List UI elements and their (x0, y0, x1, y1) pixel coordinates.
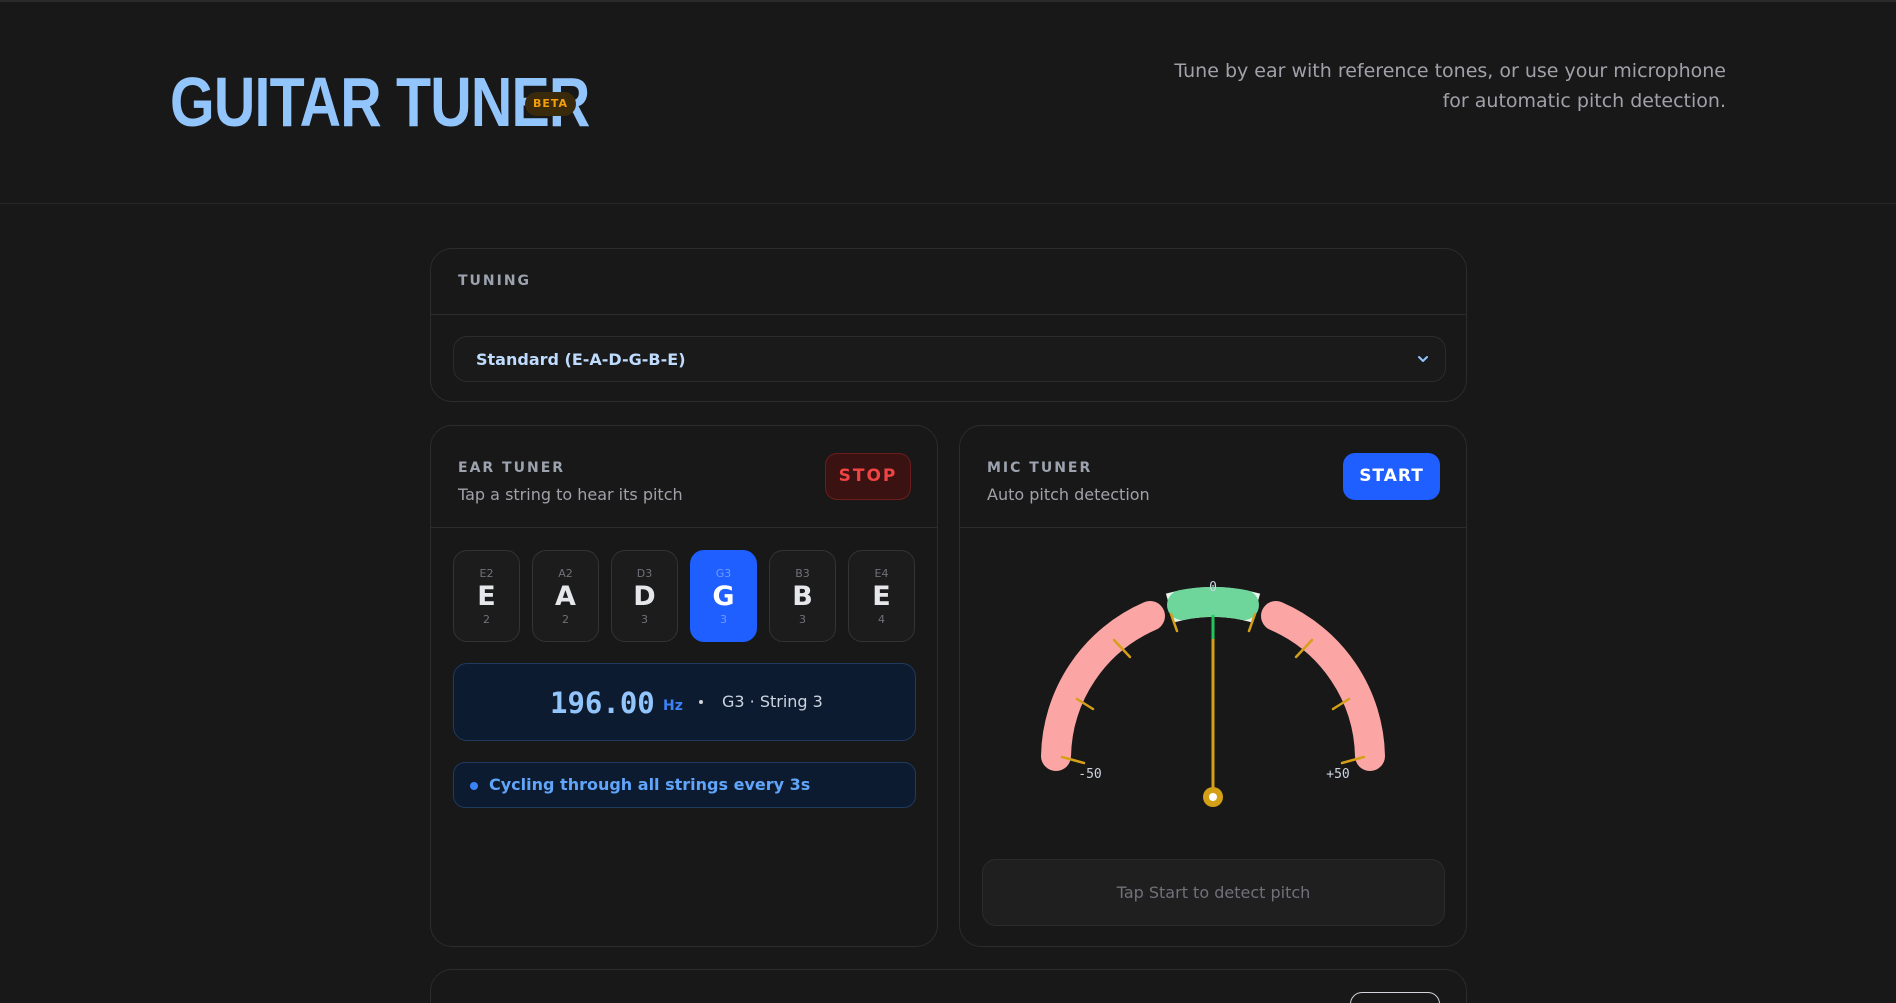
mic-tuner-header: MIC TUNER Auto pitch detection START (960, 426, 1466, 528)
app-header: GUITAR TUNER BETA Tune by ear with refer… (0, 2, 1896, 204)
string-octave: 3 (799, 613, 806, 626)
string-note-full: A2 (558, 567, 573, 580)
start-button[interactable]: START (1343, 453, 1440, 500)
string-button-e2[interactable]: E2 E 2 (453, 550, 520, 642)
ear-tuner-subtitle: Tap a string to hear its pitch (458, 485, 683, 504)
stop-button[interactable]: STOP (825, 453, 911, 500)
gauge-max-label: +50 (1326, 767, 1349, 782)
gauge-center-label: 0 (1209, 580, 1217, 595)
frequency-value: 196.00 (550, 686, 655, 720)
string-octave: 4 (878, 613, 885, 626)
string-button-g3[interactable]: G3 G 3 (690, 550, 757, 642)
separator-dot (699, 700, 703, 704)
string-button-b3[interactable]: B3 B 3 (769, 550, 836, 642)
string-note: A (555, 581, 576, 612)
string-button-e4[interactable]: E4 E 4 (848, 550, 915, 642)
string-octave: 3 (641, 613, 648, 626)
ear-tuner-header: EAR TUNER Tap a string to hear its pitch… (431, 426, 937, 528)
string-note: B (792, 581, 813, 612)
tuning-card-header: TUNING (431, 249, 1466, 315)
string-buttons: E2 E 2 A2 A 2 D3 D 3 G3 G 3 B3 B 3 E4 E … (453, 550, 916, 642)
cycle-status: Cycling through all strings every 3s (453, 762, 916, 808)
string-note-full: E4 (874, 567, 889, 580)
status-dot-icon (470, 782, 478, 790)
cycle-message: Cycling through all strings every 3s (489, 775, 811, 794)
tuning-label: TUNING (458, 273, 532, 289)
string-note-full: G3 (715, 567, 732, 580)
string-note: G (712, 581, 735, 612)
gauge-arc-high (1261, 601, 1385, 771)
gauge-min-label: -50 (1078, 767, 1101, 782)
app-tagline: Tune by ear with reference tones, or use… (1174, 60, 1726, 112)
string-note: D (633, 581, 656, 612)
string-note: E (477, 581, 496, 612)
string-note-full: D3 (636, 567, 653, 580)
string-note-full: B3 (795, 567, 810, 580)
frequency-display: 196.00 Hz G3 · String 3 (453, 663, 916, 741)
frequency-unit: Hz (663, 698, 683, 714)
tuning-gauge: 0 -50 +50 (1041, 580, 1385, 807)
gauge-pivot-center (1209, 793, 1217, 801)
mic-tuner-subtitle: Auto pitch detection (987, 485, 1150, 504)
ear-tuner-card: EAR TUNER Tap a string to hear its pitch… (430, 425, 938, 947)
gauge-arc-low (1041, 601, 1165, 771)
string-note-full: E2 (479, 567, 494, 580)
string-octave: 3 (720, 613, 727, 626)
mic-tuner-card: MIC TUNER Auto pitch detection START 0 -… (959, 425, 1467, 947)
string-note: E (872, 581, 891, 612)
mic-tuner-label: MIC TUNER (987, 460, 1093, 476)
tuning-card: TUNING Standard (E-A-D-G-B-E) (430, 248, 1467, 402)
tuning-select-value: Standard (E-A-D-G-B-E) (476, 350, 686, 369)
string-info: G3 · String 3 (722, 692, 823, 711)
beta-badge: BETA (525, 92, 576, 116)
tuning-select[interactable]: Standard (E-A-D-G-B-E) (453, 336, 1446, 382)
string-button-a2[interactable]: A2 A 2 (532, 550, 599, 642)
gauge-arc-center (1167, 586, 1259, 620)
ear-tuner-label: EAR TUNER (458, 460, 566, 476)
bottom-card-button[interactable] (1350, 992, 1440, 1003)
string-octave: 2 (562, 613, 569, 626)
chevron-down-icon (1418, 356, 1428, 362)
string-button-d3[interactable]: D3 D 3 (611, 550, 678, 642)
bottom-card (430, 969, 1467, 1003)
mic-status: Tap Start to detect pitch (982, 859, 1445, 926)
string-octave: 2 (483, 613, 490, 626)
